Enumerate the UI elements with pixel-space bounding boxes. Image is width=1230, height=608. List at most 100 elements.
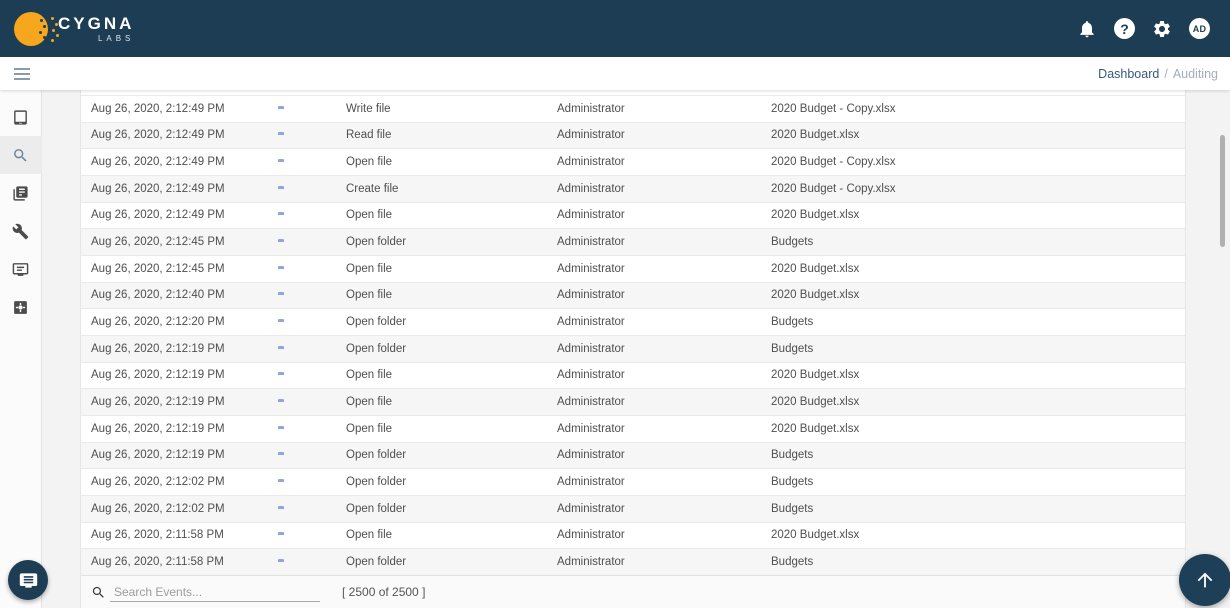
- event-user: Administrator: [557, 156, 625, 169]
- breadcrumb: Dashboard / Auditing: [1098, 67, 1218, 81]
- event-target: 2020 Budget.xlsx: [771, 129, 860, 142]
- event-time: Aug 26, 2020, 2:12:19 PM: [91, 449, 225, 462]
- table-row[interactable]: Aug 26, 2020, 2:12:49 PM Open file Admin…: [81, 203, 1185, 230]
- event-target: Budgets: [771, 449, 814, 462]
- top-app-bar: CYGNA LABS ? AD: [0, 0, 1230, 57]
- console-icon: [12, 262, 29, 276]
- cygna-logo-icon: [14, 11, 54, 46]
- settings-gear-icon[interactable]: [1152, 19, 1172, 39]
- sidebar-item-devices[interactable]: [0, 98, 42, 136]
- menu-hamburger-icon[interactable]: [14, 67, 30, 80]
- event-target: 2020 Budget.xlsx: [771, 422, 860, 435]
- event-time: Aug 26, 2020, 2:12:49 PM: [91, 156, 225, 169]
- table-row[interactable]: Aug 26, 2020, 2:12:49 PM Read file Admin…: [81, 122, 1185, 150]
- event-action: Open file: [346, 396, 393, 409]
- event-action: Create file: [346, 182, 399, 195]
- table-row[interactable]: Aug 26, 2020, 2:11:58 PM Open file Admin…: [81, 523, 1185, 550]
- event-target: 2020 Budget.xlsx: [771, 289, 860, 302]
- events-table-body: Aug 26, 2020, 2:12:49 PM Write file Admi…: [81, 95, 1185, 576]
- table-row[interactable]: Aug 26, 2020, 2:12:19 PM Open folder Adm…: [81, 442, 1185, 470]
- event-user: Administrator: [557, 236, 625, 249]
- event-time: Aug 26, 2020, 2:12:02 PM: [91, 476, 225, 489]
- event-time: Aug 26, 2020, 2:12:19 PM: [91, 396, 225, 409]
- event-user: Administrator: [557, 422, 625, 435]
- event-user: Administrator: [557, 369, 625, 382]
- event-target: Budgets: [771, 236, 814, 249]
- devices-icon: [14, 109, 27, 125]
- table-row[interactable]: Aug 26, 2020, 2:12:40 PM Open file Admin…: [81, 282, 1185, 310]
- event-time: Aug 26, 2020, 2:12:49 PM: [91, 129, 225, 142]
- event-target: 2020 Budget - Copy.xlsx: [771, 156, 896, 169]
- event-target: 2020 Budget.xlsx: [771, 529, 860, 542]
- event-target: Budgets: [771, 342, 814, 355]
- documents-icon: [13, 185, 28, 201]
- breadcrumb-dashboard-link[interactable]: Dashboard: [1098, 67, 1159, 81]
- event-user: Administrator: [557, 502, 625, 515]
- table-row[interactable]: Aug 26, 2020, 2:12:45 PM Open file Admin…: [81, 256, 1185, 283]
- table-row[interactable]: Aug 26, 2020, 2:11:58 PM Open folder Adm…: [81, 549, 1185, 576]
- sidebar-item-documents[interactable]: [0, 174, 42, 212]
- table-row[interactable]: Aug 26, 2020, 2:12:19 PM Open file Admin…: [81, 363, 1185, 390]
- notifications-bell-icon[interactable]: [1077, 19, 1097, 39]
- event-time: Aug 26, 2020, 2:12:49 PM: [91, 182, 225, 195]
- sidebar-item-console[interactable]: [0, 250, 42, 288]
- table-row[interactable]: Aug 26, 2020, 2:12:49 PM Write file Admi…: [81, 96, 1185, 123]
- event-action: Open file: [346, 289, 393, 302]
- scroll-to-top-button[interactable]: [1179, 554, 1230, 606]
- event-action: Open folder: [346, 476, 407, 489]
- sidebar-item-search[interactable]: [0, 136, 42, 174]
- table-row[interactable]: Aug 26, 2020, 2:12:19 PM Open file Admin…: [81, 389, 1185, 416]
- event-action: Read file: [346, 129, 392, 142]
- table-row[interactable]: Aug 26, 2020, 2:12:02 PM Open folder Adm…: [81, 469, 1185, 496]
- event-time: Aug 26, 2020, 2:12:45 PM: [91, 236, 225, 249]
- event-action: Open folder: [346, 502, 407, 515]
- support-chat-button[interactable]: [8, 560, 48, 600]
- table-row[interactable]: Aug 26, 2020, 2:12:49 PM Open file Admin…: [81, 149, 1185, 176]
- chat-console-icon: [19, 572, 37, 588]
- search-events-input[interactable]: [110, 582, 320, 602]
- event-action: Open folder: [346, 316, 407, 329]
- table-row[interactable]: Aug 26, 2020, 2:12:19 PM Open folder Adm…: [81, 335, 1185, 363]
- table-row[interactable]: Aug 26, 2020, 2:12:45 PM Open folder Adm…: [81, 229, 1185, 256]
- arrow-up-icon: [1197, 572, 1213, 588]
- search-events-icon: [91, 585, 106, 600]
- event-action: Open folder: [346, 555, 407, 568]
- brand-name: CYGNA: [58, 13, 135, 33]
- event-target: 2020 Budget.xlsx: [771, 396, 860, 409]
- event-time: Aug 26, 2020, 2:12:40 PM: [91, 289, 225, 302]
- table-row[interactable]: Aug 26, 2020, 2:12:19 PM Open file Admin…: [81, 416, 1185, 443]
- vertical-scrollbar-thumb[interactable]: [1220, 135, 1225, 247]
- sidebar-nav: [0, 90, 42, 608]
- sidebar-item-apps[interactable]: [0, 288, 42, 326]
- breadcrumb-current-page: Auditing: [1172, 66, 1218, 81]
- help-icon[interactable]: ?: [1114, 18, 1135, 39]
- table-row[interactable]: Aug 26, 2020, 2:12:20 PM Open folder Adm…: [81, 309, 1185, 336]
- event-user: Administrator: [557, 555, 625, 568]
- event-time: Aug 26, 2020, 2:12:19 PM: [91, 422, 225, 435]
- event-action: Open file: [346, 369, 393, 382]
- event-action: Open folder: [346, 236, 407, 249]
- event-user: Administrator: [557, 396, 625, 409]
- event-user: Administrator: [557, 529, 625, 542]
- event-action: Open file: [346, 156, 393, 169]
- table-row[interactable]: Aug 26, 2020, 2:12:02 PM Open folder Adm…: [81, 495, 1185, 523]
- event-action: Open file: [346, 422, 393, 435]
- brand-logo: CYGNA LABS: [14, 11, 135, 46]
- event-target: 2020 Budget - Copy.xlsx: [771, 102, 896, 115]
- user-avatar[interactable]: AD: [1189, 18, 1210, 39]
- wrench-icon: [12, 223, 29, 239]
- event-target: 2020 Budget.xlsx: [771, 209, 860, 222]
- event-action: Open folder: [346, 342, 407, 355]
- event-user: Administrator: [557, 476, 625, 489]
- event-time: Aug 26, 2020, 2:12:20 PM: [91, 316, 225, 329]
- event-action: Open folder: [346, 449, 407, 462]
- event-time: Aug 26, 2020, 2:12:19 PM: [91, 342, 225, 355]
- event-user: Administrator: [557, 449, 625, 462]
- event-user: Administrator: [557, 342, 625, 355]
- event-action: Write file: [346, 102, 391, 115]
- table-row[interactable]: Aug 26, 2020, 2:12:49 PM Create file Adm…: [81, 175, 1185, 203]
- sidebar-item-tools[interactable]: [0, 212, 42, 250]
- breadcrumb-separator: /: [1164, 66, 1168, 81]
- event-target: Budgets: [771, 555, 814, 568]
- event-time: Aug 26, 2020, 2:12:49 PM: [91, 102, 225, 115]
